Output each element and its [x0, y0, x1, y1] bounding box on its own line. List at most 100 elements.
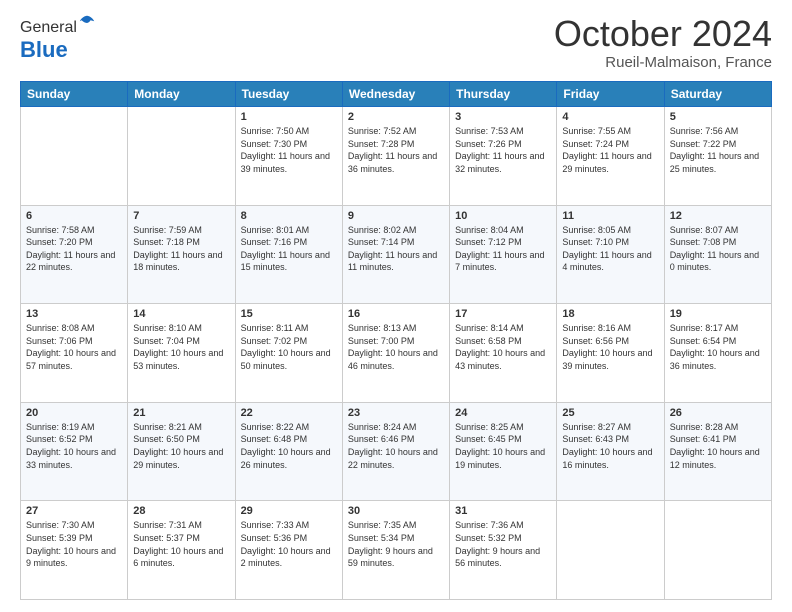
calendar-header-wednesday: Wednesday: [342, 82, 449, 107]
day-info: Sunrise: 8:21 AMSunset: 6:50 PMDaylight:…: [133, 421, 229, 471]
logo-general-text: General: [20, 19, 77, 36]
calendar-cell: 13 Sunrise: 8:08 AMSunset: 7:06 PMDayligh…: [21, 304, 128, 403]
calendar-cell: 25 Sunrise: 8:27 AMSunset: 6:43 PMDayligh…: [557, 402, 664, 501]
calendar-cell: 7 Sunrise: 7:59 AMSunset: 7:18 PMDaylight…: [128, 205, 235, 304]
day-info: Sunrise: 8:25 AMSunset: 6:45 PMDaylight:…: [455, 421, 551, 471]
day-info: Sunrise: 7:53 AMSunset: 7:26 PMDaylight:…: [455, 125, 551, 175]
day-info: Sunrise: 8:24 AMSunset: 6:46 PMDaylight:…: [348, 421, 444, 471]
calendar-location: Rueil-Malmaison, France: [554, 54, 772, 71]
header: General Blue October 2024 Rueil-Malmaiso…: [20, 16, 772, 71]
calendar-cell: [664, 501, 771, 600]
calendar-cell: 16Sunrise: 8:13 AMSunset: 7:00 PMDayligh…: [342, 304, 449, 403]
day-info: Sunrise: 8:19 AMSunset: 6:52 PMDaylight:…: [26, 421, 122, 471]
day-number: 13: [26, 308, 122, 320]
calendar-cell: 15Sunrise: 8:11 AMSunset: 7:02 PMDayligh…: [235, 304, 342, 403]
calendar-week-3: 13 Sunrise: 8:08 AMSunset: 7:06 PMDayligh…: [21, 304, 772, 403]
day-number: 21: [133, 407, 229, 419]
day-info: Sunrise: 8:10 AMSunset: 7:04 PMDaylight:…: [133, 322, 229, 372]
calendar-cell: 19Sunrise: 8:17 AMSunset: 6:54 PMDayligh…: [664, 304, 771, 403]
day-info: Sunrise: 8:08 AMSunset: 7:06 PMDaylight:…: [26, 322, 122, 372]
calendar-cell: 31Sunrise: 7:36 AMSunset: 5:32 PMDayligh…: [450, 501, 557, 600]
calendar-header-saturday: Saturday: [664, 82, 771, 107]
logo-bird-icon: [78, 14, 96, 32]
calendar-cell: 21 Sunrise: 8:21 AMSunset: 6:50 PMDayligh…: [128, 402, 235, 501]
day-number: 9: [348, 210, 444, 222]
calendar-cell: 24 Sunrise: 8:25 AMSunset: 6:45 PMDayligh…: [450, 402, 557, 501]
day-info: Sunrise: 8:27 AMSunset: 6:43 PMDaylight:…: [562, 421, 658, 471]
day-info: Sunrise: 8:13 AMSunset: 7:00 PMDaylight:…: [348, 322, 444, 372]
day-info: Sunrise: 8:05 AMSunset: 7:10 PMDaylight:…: [562, 224, 658, 274]
calendar-cell: 10 Sunrise: 8:04 AMSunset: 7:12 PMDayligh…: [450, 205, 557, 304]
day-number: 1: [241, 111, 337, 123]
day-number: 28: [133, 505, 229, 517]
day-number: 8: [241, 210, 337, 222]
calendar-cell: 23 Sunrise: 8:24 AMSunset: 6:46 PMDayligh…: [342, 402, 449, 501]
day-number: 3: [455, 111, 551, 123]
day-info: Sunrise: 7:30 AMSunset: 5:39 PMDaylight:…: [26, 519, 122, 569]
calendar-table: SundayMondayTuesdayWednesdayThursdayFrid…: [20, 81, 772, 600]
day-info: Sunrise: 8:22 AMSunset: 6:48 PMDaylight:…: [241, 421, 337, 471]
day-info: Sunrise: 7:56 AMSunset: 7:22 PMDaylight:…: [670, 125, 766, 175]
calendar-week-2: 6 Sunrise: 7:58 AMSunset: 7:20 PMDaylight…: [21, 205, 772, 304]
day-number: 18: [562, 308, 658, 320]
day-info: Sunrise: 8:28 AMSunset: 6:41 PMDaylight:…: [670, 421, 766, 471]
calendar-cell: 26 Sunrise: 8:28 AMSunset: 6:41 PMDayligh…: [664, 402, 771, 501]
day-number: 23: [348, 407, 444, 419]
day-info: Sunrise: 8:14 AMSunset: 6:58 PMDaylight:…: [455, 322, 551, 372]
calendar-header-monday: Monday: [128, 82, 235, 107]
day-number: 25: [562, 407, 658, 419]
calendar-cell: 18Sunrise: 8:16 AMSunset: 6:56 PMDayligh…: [557, 304, 664, 403]
day-number: 22: [241, 407, 337, 419]
calendar-cell: 6 Sunrise: 7:58 AMSunset: 7:20 PMDaylight…: [21, 205, 128, 304]
day-number: 6: [26, 210, 122, 222]
day-info: Sunrise: 8:02 AMSunset: 7:14 PMDaylight:…: [348, 224, 444, 274]
logo: General Blue: [20, 16, 96, 63]
day-info: Sunrise: 7:59 AMSunset: 7:18 PMDaylight:…: [133, 224, 229, 274]
day-number: 7: [133, 210, 229, 222]
calendar-week-5: 27 Sunrise: 7:30 AMSunset: 5:39 PMDayligh…: [21, 501, 772, 600]
calendar-header-tuesday: Tuesday: [235, 82, 342, 107]
calendar-header-sunday: Sunday: [21, 82, 128, 107]
day-number: 17: [455, 308, 551, 320]
calendar-cell: 1 Sunrise: 7:50 AMSunset: 7:30 PMDaylight…: [235, 107, 342, 206]
day-number: 4: [562, 111, 658, 123]
calendar-cell: 9 Sunrise: 8:02 AMSunset: 7:14 PMDaylight…: [342, 205, 449, 304]
logo-blue-text: Blue: [20, 37, 68, 62]
calendar-cell: 22 Sunrise: 8:22 AMSunset: 6:48 PMDayligh…: [235, 402, 342, 501]
day-number: 30: [348, 505, 444, 517]
day-number: 10: [455, 210, 551, 222]
calendar-cell: [21, 107, 128, 206]
day-info: Sunrise: 8:04 AMSunset: 7:12 PMDaylight:…: [455, 224, 551, 274]
calendar-week-4: 20 Sunrise: 8:19 AMSunset: 6:52 PMDayligh…: [21, 402, 772, 501]
day-info: Sunrise: 7:35 AMSunset: 5:34 PMDaylight:…: [348, 519, 444, 569]
day-info: Sunrise: 7:52 AMSunset: 7:28 PMDaylight:…: [348, 125, 444, 175]
day-number: 11: [562, 210, 658, 222]
calendar-header-thursday: Thursday: [450, 82, 557, 107]
calendar-cell: 4Sunrise: 7:55 AMSunset: 7:24 PMDaylight…: [557, 107, 664, 206]
day-number: 20: [26, 407, 122, 419]
day-number: 15: [241, 308, 337, 320]
day-number: 26: [670, 407, 766, 419]
day-info: Sunrise: 7:58 AMSunset: 7:20 PMDaylight:…: [26, 224, 122, 274]
day-number: 24: [455, 407, 551, 419]
calendar-cell: 11 Sunrise: 8:05 AMSunset: 7:10 PMDayligh…: [557, 205, 664, 304]
day-number: 14: [133, 308, 229, 320]
day-info: Sunrise: 7:50 AMSunset: 7:30 PMDaylight:…: [241, 125, 337, 175]
day-number: 5: [670, 111, 766, 123]
calendar-cell: 28Sunrise: 7:31 AMSunset: 5:37 PMDayligh…: [128, 501, 235, 600]
day-info: Sunrise: 8:01 AMSunset: 7:16 PMDaylight:…: [241, 224, 337, 274]
calendar-cell: 29Sunrise: 7:33 AMSunset: 5:36 PMDayligh…: [235, 501, 342, 600]
calendar-cell: 2Sunrise: 7:52 AMSunset: 7:28 PMDaylight…: [342, 107, 449, 206]
calendar-cell: 8 Sunrise: 8:01 AMSunset: 7:16 PMDaylight…: [235, 205, 342, 304]
day-info: Sunrise: 8:07 AMSunset: 7:08 PMDaylight:…: [670, 224, 766, 274]
day-number: 29: [241, 505, 337, 517]
calendar-cell: [128, 107, 235, 206]
day-info: Sunrise: 8:17 AMSunset: 6:54 PMDaylight:…: [670, 322, 766, 372]
calendar-cell: 14 Sunrise: 8:10 AMSunset: 7:04 PMDayligh…: [128, 304, 235, 403]
calendar-title: October 2024: [554, 16, 772, 52]
calendar-header-friday: Friday: [557, 82, 664, 107]
calendar-cell: 5 Sunrise: 7:56 AMSunset: 7:22 PMDaylight…: [664, 107, 771, 206]
title-block: October 2024 Rueil-Malmaison, France: [554, 16, 772, 71]
calendar-cell: 12Sunrise: 8:07 AMSunset: 7:08 PMDayligh…: [664, 205, 771, 304]
day-number: 27: [26, 505, 122, 517]
